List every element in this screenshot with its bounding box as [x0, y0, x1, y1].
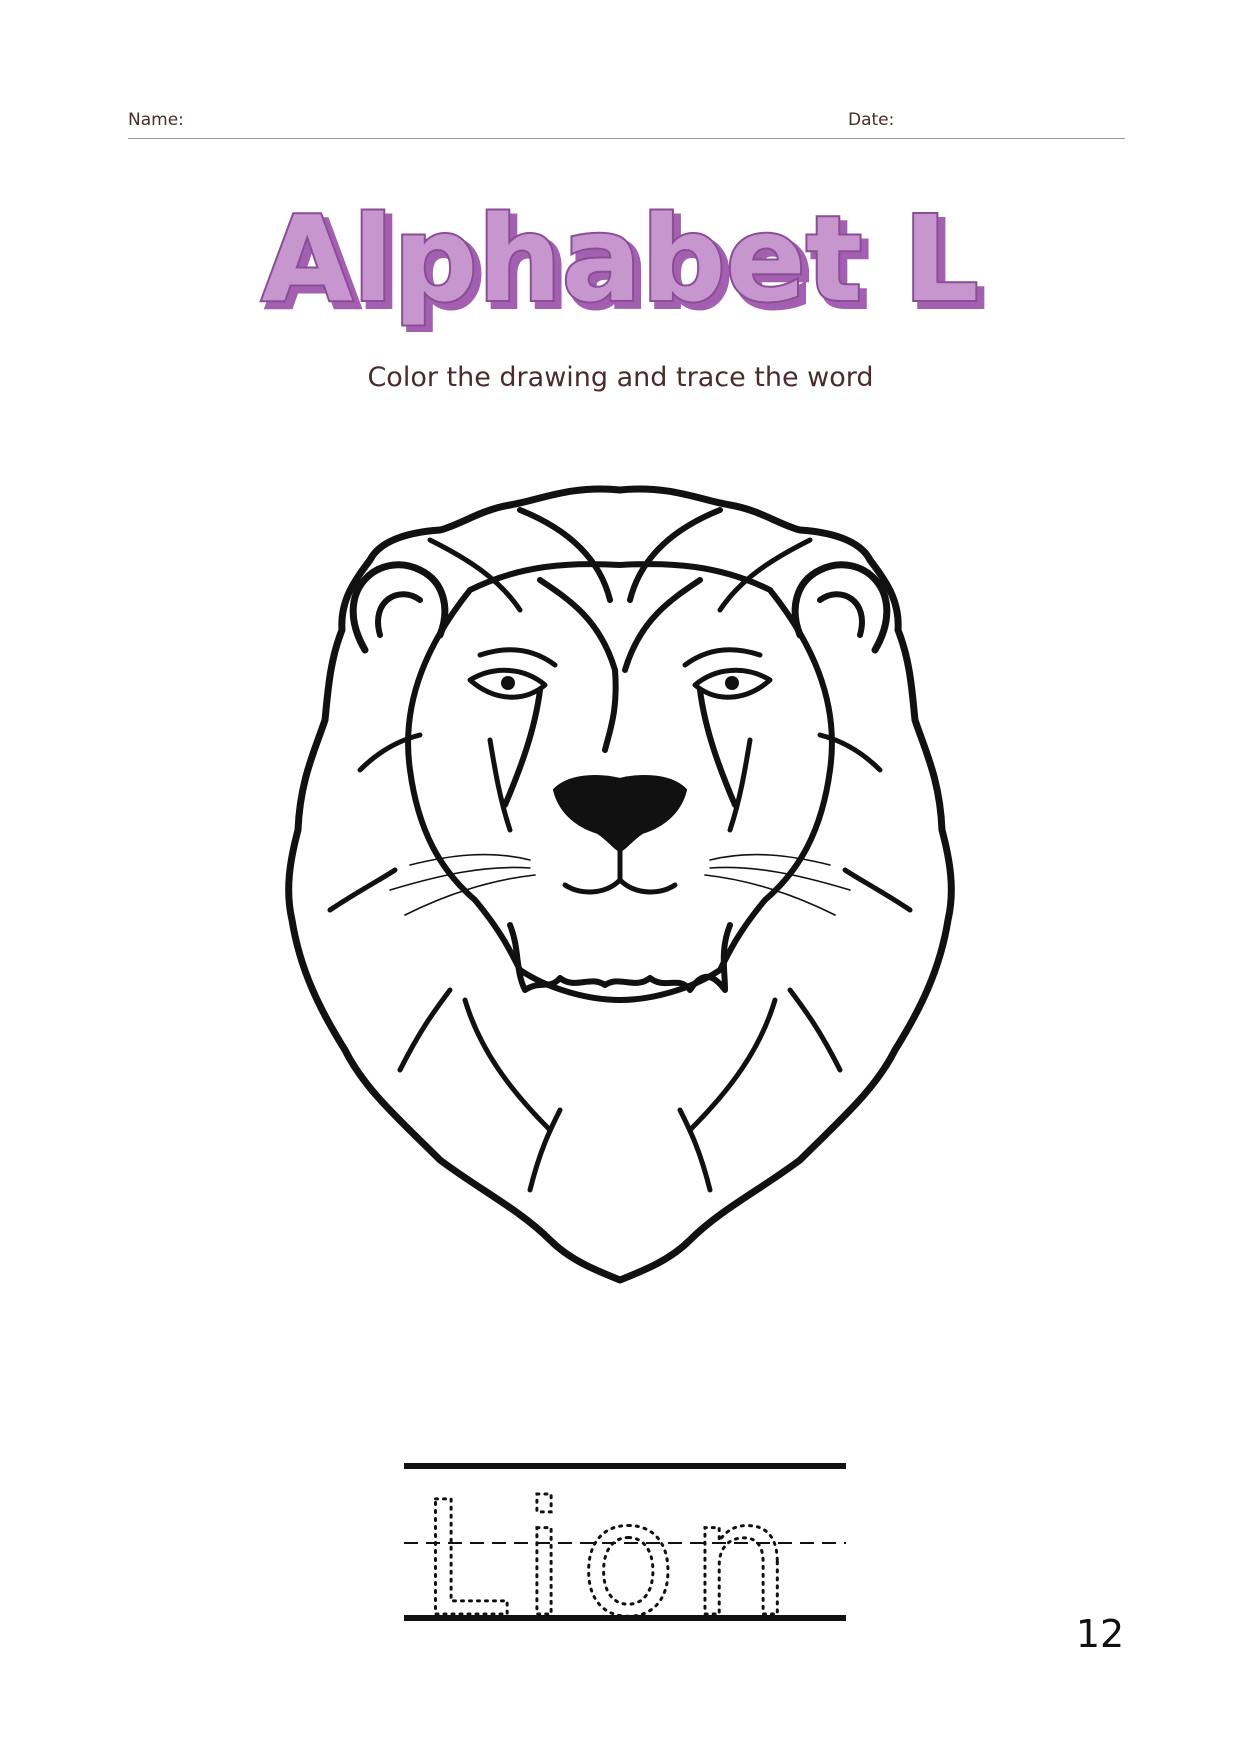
- name-label: Name:: [128, 110, 184, 130]
- nose: [553, 775, 687, 852]
- instructions: Color the drawing and trace the word: [367, 362, 874, 393]
- mane-outline: [285, 485, 955, 1284]
- lion-head-icon: [285, 485, 955, 1284]
- date-label: Date:: [848, 110, 895, 130]
- right-ear: [791, 561, 891, 654]
- page-title: Alphabet L Alphabet L: [0, 182, 1241, 332]
- tracing-lines: Lion: [404, 1463, 846, 1654]
- title-text: Alphabet L: [261, 190, 978, 328]
- page-number: 12: [1075, 1612, 1125, 1656]
- left-ear: [349, 561, 449, 654]
- lion-illustration: [270, 470, 970, 1290]
- title-svg: Alphabet L Alphabet L: [259, 188, 987, 332]
- trace-word: Lion: [420, 1468, 805, 1652]
- worksheet-header: Name: Date:: [128, 104, 1125, 139]
- tracing-area: Lion: [404, 1448, 846, 1658]
